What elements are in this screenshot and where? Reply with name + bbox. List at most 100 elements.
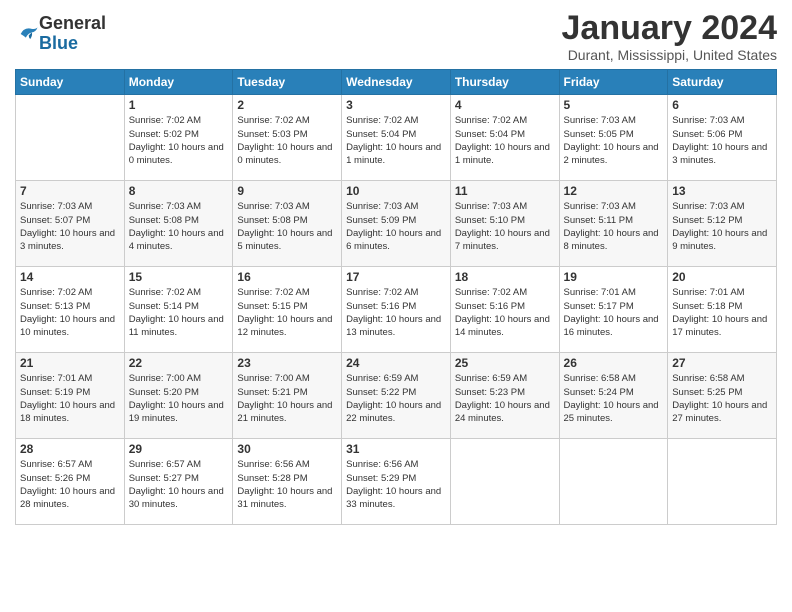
cell-content: Sunrise: 6:59 AMSunset: 5:23 PMDaylight:… xyxy=(455,372,555,425)
day-number: 8 xyxy=(129,184,229,198)
sunrise-text: Sunrise: 7:03 AM xyxy=(237,200,337,213)
cell-content: Sunrise: 7:03 AMSunset: 5:06 PMDaylight:… xyxy=(672,114,772,167)
sunrise-text: Sunrise: 6:56 AM xyxy=(237,458,337,471)
daylight-text: Daylight: 10 hours and 10 minutes. xyxy=(20,313,120,340)
cell-content: Sunrise: 6:59 AMSunset: 5:22 PMDaylight:… xyxy=(346,372,446,425)
day-number: 25 xyxy=(455,356,555,370)
daylight-text: Daylight: 10 hours and 25 minutes. xyxy=(564,399,664,426)
calendar-cell xyxy=(559,439,668,525)
day-number: 9 xyxy=(237,184,337,198)
day-number: 26 xyxy=(564,356,664,370)
day-number: 4 xyxy=(455,98,555,112)
calendar-week-3: 14Sunrise: 7:02 AMSunset: 5:13 PMDayligh… xyxy=(16,267,777,353)
calendar-cell: 1 Sunrise: 7:02 AMSunset: 5:02 PMDaylight… xyxy=(124,95,233,181)
calendar-cell: 29Sunrise: 6:57 AMSunset: 5:27 PMDayligh… xyxy=(124,439,233,525)
calendar-cell: 16 Sunrise: 7:02 AMSunset: 5:15 PMDayligh… xyxy=(233,267,342,353)
cell-content: Sunrise: 7:02 AMSunset: 5:04 PMDaylight:… xyxy=(346,114,446,167)
sunrise-text: Sunrise: 7:01 AM xyxy=(672,286,772,299)
calendar-cell: 30Sunrise: 6:56 AMSunset: 5:28 PMDayligh… xyxy=(233,439,342,525)
day-number: 3 xyxy=(346,98,446,112)
cell-content: Sunrise: 6:56 AMSunset: 5:29 PMDaylight:… xyxy=(346,458,446,511)
weekday-header-thursday: Thursday xyxy=(450,70,559,95)
calendar-cell: 19Sunrise: 7:01 AMSunset: 5:17 PMDayligh… xyxy=(559,267,668,353)
sunset-text: Sunset: 5:29 PM xyxy=(346,472,446,485)
daylight-text: Daylight: 10 hours and 24 minutes. xyxy=(455,399,555,426)
sunset-text: Sunset: 5:24 PM xyxy=(564,386,664,399)
calendar-cell: 17Sunrise: 7:02 AMSunset: 5:16 PMDayligh… xyxy=(342,267,451,353)
calendar-cell: 7Sunrise: 7:03 AMSunset: 5:07 PMDaylight… xyxy=(16,181,125,267)
sunrise-text: Sunrise: 7:02 AM xyxy=(455,114,555,127)
cell-content: Sunrise: 7:03 AMSunset: 5:05 PMDaylight:… xyxy=(564,114,664,167)
weekday-header-monday: Monday xyxy=(124,70,233,95)
sunset-text: Sunset: 5:05 PM xyxy=(564,128,664,141)
calendar-cell: 5 Sunrise: 7:03 AMSunset: 5:05 PMDaylight… xyxy=(559,95,668,181)
sunset-text: Sunset: 5:19 PM xyxy=(20,386,120,399)
calendar-cell: 10Sunrise: 7:03 AMSunset: 5:09 PMDayligh… xyxy=(342,181,451,267)
calendar-cell: 25 Sunrise: 6:59 AMSunset: 5:23 PMDayligh… xyxy=(450,353,559,439)
day-number: 5 xyxy=(564,98,664,112)
cell-content: Sunrise: 7:02 AMSunset: 5:16 PMDaylight:… xyxy=(346,286,446,339)
sunset-text: Sunset: 5:14 PM xyxy=(129,300,229,313)
cell-content: Sunrise: 7:03 AMSunset: 5:11 PMDaylight:… xyxy=(564,200,664,253)
sunrise-text: Sunrise: 7:02 AM xyxy=(129,114,229,127)
day-number: 20 xyxy=(672,270,772,284)
cell-content: Sunrise: 7:02 AMSunset: 5:13 PMDaylight:… xyxy=(20,286,120,339)
sunrise-text: Sunrise: 6:57 AM xyxy=(129,458,229,471)
daylight-text: Daylight: 10 hours and 18 minutes. xyxy=(20,399,120,426)
cell-content: Sunrise: 6:57 AMSunset: 5:27 PMDaylight:… xyxy=(129,458,229,511)
calendar-cell: 15Sunrise: 7:02 AMSunset: 5:14 PMDayligh… xyxy=(124,267,233,353)
sunset-text: Sunset: 5:22 PM xyxy=(346,386,446,399)
calendar-cell: 11Sunrise: 7:03 AMSunset: 5:10 PMDayligh… xyxy=(450,181,559,267)
sunrise-text: Sunrise: 7:03 AM xyxy=(564,200,664,213)
cell-content: Sunrise: 7:03 AMSunset: 5:12 PMDaylight:… xyxy=(672,200,772,253)
sunset-text: Sunset: 5:12 PM xyxy=(672,214,772,227)
day-number: 13 xyxy=(672,184,772,198)
day-number: 1 xyxy=(129,98,229,112)
sunrise-text: Sunrise: 6:58 AM xyxy=(672,372,772,385)
day-number: 10 xyxy=(346,184,446,198)
location: Durant, Mississippi, United States xyxy=(562,47,778,63)
day-number: 24 xyxy=(346,356,446,370)
daylight-text: Daylight: 10 hours and 27 minutes. xyxy=(672,399,772,426)
calendar-cell: 14Sunrise: 7:02 AMSunset: 5:13 PMDayligh… xyxy=(16,267,125,353)
calendar-week-4: 21Sunrise: 7:01 AMSunset: 5:19 PMDayligh… xyxy=(16,353,777,439)
daylight-text: Daylight: 10 hours and 28 minutes. xyxy=(20,485,120,512)
calendar-cell: 18Sunrise: 7:02 AMSunset: 5:16 PMDayligh… xyxy=(450,267,559,353)
daylight-text: Daylight: 10 hours and 4 minutes. xyxy=(129,227,229,254)
day-number: 21 xyxy=(20,356,120,370)
calendar-cell xyxy=(668,439,777,525)
day-number: 23 xyxy=(237,356,337,370)
logo-blue: Blue xyxy=(39,33,78,53)
sunrise-text: Sunrise: 7:01 AM xyxy=(20,372,120,385)
calendar-cell: 4Sunrise: 7:02 AMSunset: 5:04 PMDaylight… xyxy=(450,95,559,181)
logo: General Blue xyxy=(15,14,106,54)
daylight-text: Daylight: 10 hours and 19 minutes. xyxy=(129,399,229,426)
sunrise-text: Sunrise: 7:02 AM xyxy=(129,286,229,299)
day-number: 16 xyxy=(237,270,337,284)
daylight-text: Daylight: 10 hours and 5 minutes. xyxy=(237,227,337,254)
cell-content: Sunrise: 7:02 AMSunset: 5:16 PMDaylight:… xyxy=(455,286,555,339)
daylight-text: Daylight: 10 hours and 7 minutes. xyxy=(455,227,555,254)
sunrise-text: Sunrise: 7:02 AM xyxy=(237,286,337,299)
cell-content: Sunrise: 7:02 AMSunset: 5:15 PMDaylight:… xyxy=(237,286,337,339)
sunrise-text: Sunrise: 6:57 AM xyxy=(20,458,120,471)
cell-content: Sunrise: 6:57 AMSunset: 5:26 PMDaylight:… xyxy=(20,458,120,511)
sunset-text: Sunset: 5:13 PM xyxy=(20,300,120,313)
day-number: 19 xyxy=(564,270,664,284)
day-number: 12 xyxy=(564,184,664,198)
day-number: 30 xyxy=(237,442,337,456)
weekday-header-row: SundayMondayTuesdayWednesdayThursdayFrid… xyxy=(16,70,777,95)
daylight-text: Daylight: 10 hours and 14 minutes. xyxy=(455,313,555,340)
calendar-cell: 24 Sunrise: 6:59 AMSunset: 5:22 PMDayligh… xyxy=(342,353,451,439)
sunrise-text: Sunrise: 7:03 AM xyxy=(672,200,772,213)
sunset-text: Sunset: 5:18 PM xyxy=(672,300,772,313)
daylight-text: Daylight: 10 hours and 33 minutes. xyxy=(346,485,446,512)
calendar-week-1: 1 Sunrise: 7:02 AMSunset: 5:02 PMDaylight… xyxy=(16,95,777,181)
logo-bird-icon xyxy=(17,23,39,45)
day-number: 28 xyxy=(20,442,120,456)
sunrise-text: Sunrise: 6:58 AM xyxy=(564,372,664,385)
calendar-cell: 9Sunrise: 7:03 AMSunset: 5:08 PMDaylight… xyxy=(233,181,342,267)
month-title: January 2024 xyxy=(562,10,778,47)
cell-content: Sunrise: 7:02 AMSunset: 5:02 PMDaylight:… xyxy=(129,114,229,167)
sunset-text: Sunset: 5:21 PM xyxy=(237,386,337,399)
